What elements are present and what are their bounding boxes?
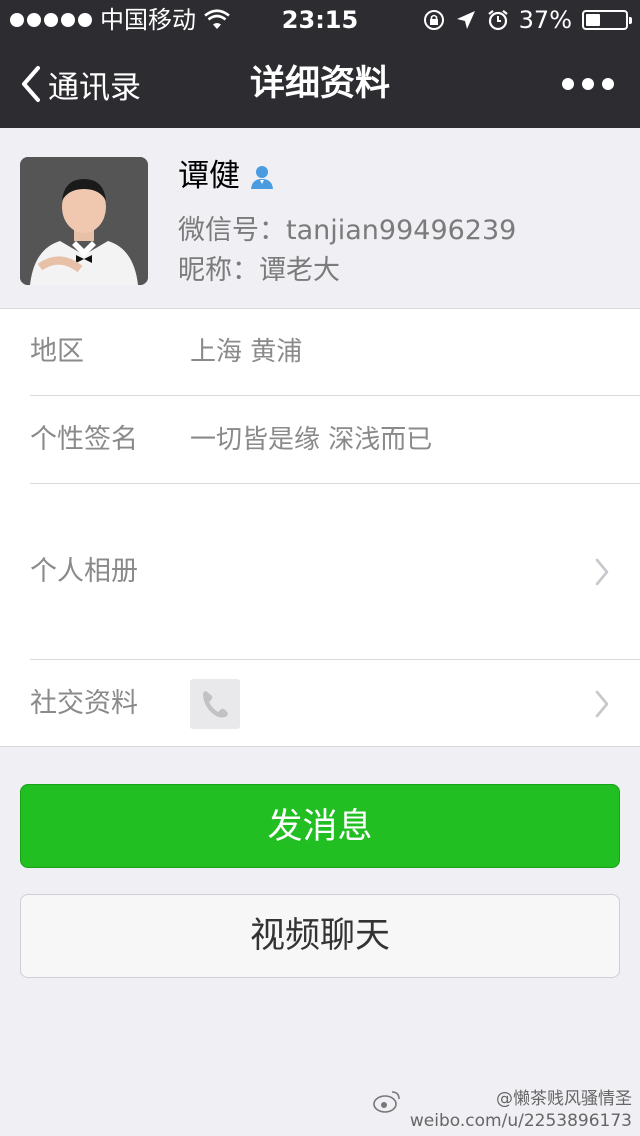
contact-name: 谭健 — [178, 158, 240, 194]
avatar[interactable] — [20, 157, 148, 285]
more-dots-icon[interactable] — [562, 72, 614, 96]
status-right: 37% — [423, 0, 632, 40]
row-value-signature: 一切皆是缘 深浅而已 — [190, 425, 433, 455]
row-label-social: 社交资料 — [30, 688, 138, 719]
send-message-button[interactable]: 发消息 — [20, 784, 620, 868]
page-title: 详细资料 — [249, 64, 390, 104]
wechat-id: 微信号：tanjian99496239 — [178, 215, 517, 246]
list-item-social[interactable]: 社交资料 — [0, 660, 640, 747]
row-label-album: 个人相册 — [30, 556, 138, 587]
profile-header: 谭健 微信号：tanjian99496239 昵称：谭老大 — [0, 128, 640, 309]
row-value-region: 上海 黄浦 — [190, 337, 303, 367]
nav-bar: 通讯录 详细资料 — [0, 40, 640, 128]
list-item-signature: 个性签名 一切皆是缘 深浅而已 — [0, 396, 640, 484]
avatar-image — [20, 157, 148, 285]
watermark: @懒茶贱风骚情圣 weibo.com/u/2253896173 — [373, 1088, 632, 1132]
list-item-region: 地区 上海 黄浦 — [0, 309, 640, 396]
location-arrow-icon — [456, 11, 475, 29]
row-label-region: 地区 — [30, 336, 84, 367]
weibo-logo-icon — [373, 1091, 400, 1113]
chevron-right-icon — [595, 690, 609, 718]
status-bar: 中国移动 23:15 37% — [0, 0, 640, 40]
watermark-handle: @懒茶贱风骚情圣 — [496, 1089, 632, 1109]
nickname: 昵称：谭老大 — [178, 255, 340, 286]
rotation-lock-icon — [423, 10, 444, 30]
watermark-url: weibo.com/u/2253896173 — [409, 1111, 632, 1131]
phone-icon — [190, 679, 240, 729]
row-label-signature: 个性签名 — [30, 424, 138, 455]
battery-icon — [582, 10, 632, 30]
list-item-album[interactable]: 个人相册 — [0, 484, 640, 660]
battery-percent: 37% — [518, 6, 572, 34]
person-icon — [251, 166, 273, 189]
battery-fill — [586, 14, 601, 26]
info-list: 地区 上海 黄浦 个性签名 一切皆是缘 深浅而已 个人相册 社交资料 — [0, 309, 640, 747]
chevron-right-icon — [595, 558, 609, 586]
top-bar: 中国移动 23:15 37% 通讯录 详细资料 — [0, 0, 640, 128]
alarm-clock-icon — [487, 9, 508, 31]
video-chat-button[interactable]: 视频聊天 — [20, 894, 620, 978]
